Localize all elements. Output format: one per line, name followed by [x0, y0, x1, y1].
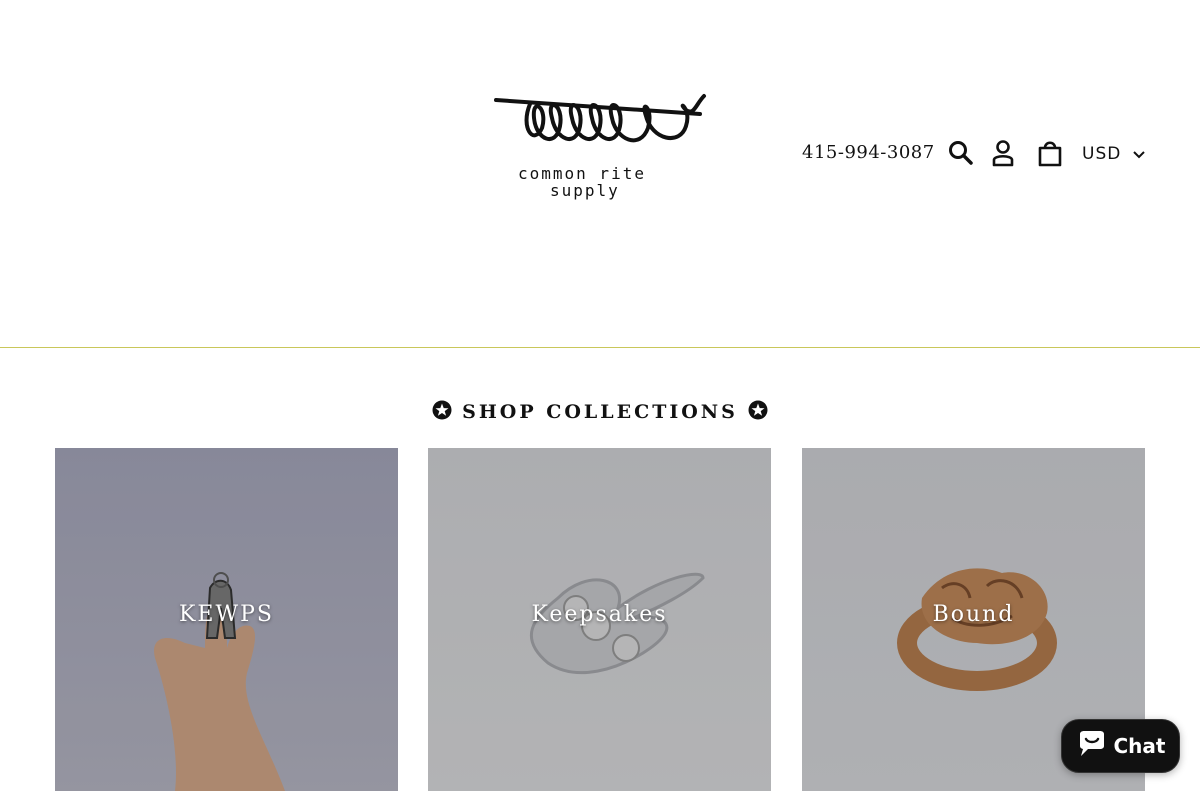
logo-text-line2: supply: [550, 181, 620, 200]
star-circle-icon: [748, 400, 768, 424]
search-icon[interactable]: [946, 138, 976, 168]
chat-label: Chat: [1113, 734, 1166, 758]
chevron-down-icon: [1133, 145, 1146, 164]
currency-selector[interactable]: USD: [1082, 140, 1146, 168]
account-icon[interactable]: [988, 138, 1018, 168]
logo-mark: [494, 94, 706, 143]
section-title-text: SHOP COLLECTIONS: [462, 401, 738, 423]
site-header: common rite supply 415-994-3087 USD: [0, 0, 1200, 348]
phone-number[interactable]: 415-994-3087: [802, 142, 935, 163]
cart-icon[interactable]: [1035, 138, 1065, 168]
logo[interactable]: common rite supply: [490, 88, 710, 203]
currency-value: USD: [1082, 144, 1122, 164]
collection-label: Bound: [932, 602, 1015, 627]
star-circle-icon: [432, 400, 452, 424]
section-title: SHOP COLLECTIONS: [0, 400, 1200, 424]
collection-label: Keepsakes: [531, 602, 668, 627]
collection-card-kewps[interactable]: KEWPS: [55, 448, 398, 791]
chat-bubble-icon: [1076, 730, 1106, 763]
chat-button[interactable]: Chat: [1061, 719, 1180, 773]
collection-label: KEWPS: [179, 602, 274, 627]
collection-card-keepsakes[interactable]: Keepsakes: [428, 448, 771, 791]
